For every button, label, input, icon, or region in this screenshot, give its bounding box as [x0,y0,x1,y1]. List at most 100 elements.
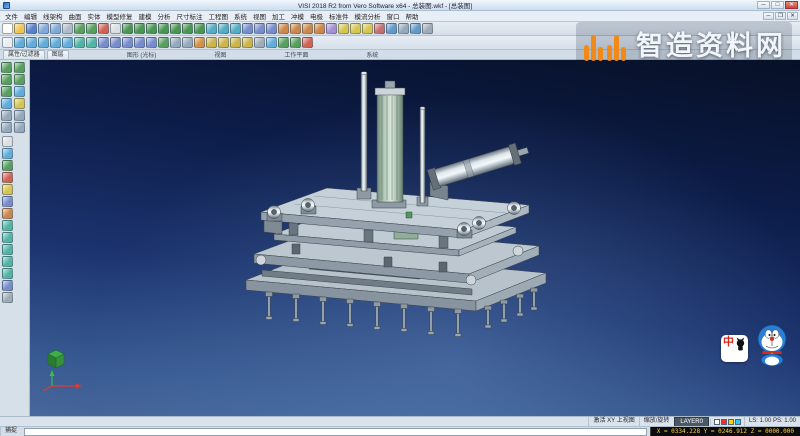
menu-item[interactable]: 曲面 [66,11,85,21]
axonometric-view-icon[interactable] [146,37,157,48]
plane-icon[interactable] [14,86,25,97]
undo-icon[interactable] [74,23,85,34]
select-filter-icon[interactable] [2,136,13,147]
guide-rod-short[interactable] [417,107,428,206]
layers-manager-icon[interactable] [266,37,277,48]
filters-icon[interactable] [290,37,301,48]
circle-icon[interactable] [158,23,169,34]
workplane-xz-icon[interactable] [218,37,229,48]
fillet-icon[interactable] [302,23,313,34]
array-icon[interactable] [2,280,13,291]
zoom-window-icon[interactable] [50,37,61,48]
guide-rod-tall[interactable] [357,72,371,199]
menu-item[interactable]: 冲模 [288,11,307,21]
point-icon[interactable] [122,23,133,34]
menu-item[interactable]: 窗口 [384,11,403,21]
menu-item[interactable]: 线架构 [40,11,66,21]
snap-label[interactable]: 捕捉 [0,427,21,436]
rotate-view-icon[interactable] [74,37,85,48]
face-icon[interactable] [14,74,25,85]
top-view-icon[interactable] [98,37,109,48]
zoom-in-icon[interactable] [26,37,37,48]
redo-icon[interactable] [86,23,97,34]
panel-tab[interactable]: 图层 [47,50,69,59]
menu-item[interactable]: 模流分析 [352,11,384,21]
menu-item[interactable]: 工程图 [206,11,232,21]
color-swatch[interactable] [714,419,720,425]
solid-box-icon[interactable] [242,23,253,34]
mirror-icon[interactable] [2,256,13,267]
menu-item[interactable]: 视图 [250,11,269,21]
wireframe-view-icon[interactable] [170,37,181,48]
menu-item[interactable]: 电极 [307,11,326,21]
hide-icon[interactable] [2,172,13,183]
select-arrow-icon[interactable] [2,37,13,48]
snap-grid-icon[interactable] [1,110,12,121]
snap-end-icon[interactable] [14,122,25,133]
rectangle-icon[interactable] [182,23,193,34]
command-input[interactable] [24,428,647,436]
dynamic-rotate-icon[interactable] [194,37,205,48]
menu-item[interactable]: 分析 [155,11,174,21]
rotate-icon[interactable] [2,244,13,255]
hidden-line-icon[interactable] [182,37,193,48]
arc-icon[interactable] [146,23,157,34]
gas-spring-column[interactable] [372,81,406,208]
workplane-xy-icon[interactable] [206,37,217,48]
shaded-view-icon[interactable] [158,37,169,48]
surface-icon[interactable] [206,23,217,34]
doc-close-button[interactable]: ✕ [787,12,798,20]
body-icon[interactable] [1,86,12,97]
menu-item[interactable]: 尺寸标注 [174,11,206,21]
sweep-icon[interactable] [230,23,241,34]
vertex-icon[interactable] [14,62,25,73]
side-view-icon[interactable] [122,37,133,48]
menu-item[interactable]: 实体 [85,11,104,21]
boolean-union-icon[interactable] [278,23,289,34]
zoom-mode-status[interactable]: 缩放/旋转 [639,417,674,426]
line-icon[interactable] [134,23,145,34]
menu-item[interactable]: 编辑 [21,11,40,21]
minimize-button[interactable]: ─ [757,1,770,9]
move-icon[interactable] [2,232,13,243]
chamfer-icon[interactable] [314,23,325,34]
delete-icon[interactable] [98,23,109,34]
transform-icon[interactable] [2,220,13,231]
axis-icon[interactable] [1,98,12,109]
group-icon[interactable] [2,196,13,207]
menu-item[interactable]: 加工 [269,11,288,21]
sketch-icon[interactable] [1,62,12,73]
color-swatch[interactable] [721,419,727,425]
boolean-subtract-icon[interactable] [290,23,301,34]
curve-icon[interactable] [170,23,181,34]
air-cylinder[interactable] [427,140,531,200]
doc-restore-button[interactable]: ❐ [775,12,786,20]
wireframe-icon[interactable] [398,23,409,34]
close-button[interactable]: ✕ [785,1,798,9]
menu-item[interactable]: 帮助 [403,11,422,21]
section-icon[interactable] [374,23,385,34]
scale-icon[interactable] [2,268,13,279]
export-icon[interactable] [50,23,61,34]
shade-icon[interactable] [386,23,397,34]
attributes-icon[interactable] [278,37,289,48]
pan-icon[interactable] [14,37,25,48]
properties-icon[interactable] [2,292,13,303]
extrude-icon[interactable] [254,23,265,34]
isolate-icon[interactable] [2,184,13,195]
explode-icon[interactable] [2,208,13,219]
previous-view-icon[interactable] [86,37,97,48]
refresh-icon[interactable] [302,37,313,48]
menu-item[interactable]: 模型修复 [104,11,136,21]
selection-icon[interactable] [110,23,121,34]
snap-mid-icon[interactable] [14,110,25,121]
profile-icon[interactable] [194,23,205,34]
hole-icon[interactable] [326,23,337,34]
annotate-icon[interactable] [362,23,373,34]
revolve-icon[interactable] [266,23,277,34]
zoom-fit-icon[interactable] [62,37,73,48]
snap-center-icon[interactable] [1,122,12,133]
menu-item[interactable]: 标准件 [326,11,352,21]
csys-icon[interactable] [14,98,25,109]
color-swatch[interactable] [735,419,741,425]
